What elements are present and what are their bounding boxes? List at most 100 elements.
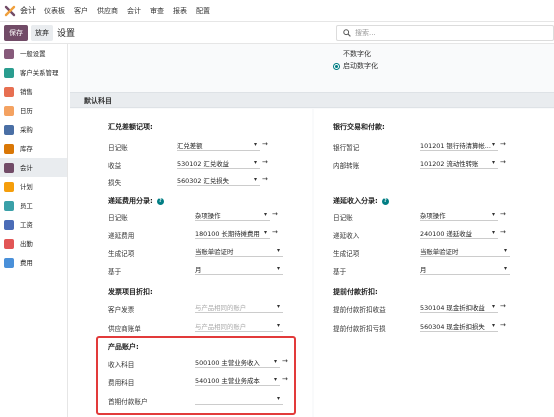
chevron-down-icon[interactable]: ▾	[492, 229, 495, 236]
menu-configuration[interactable]: 配置	[196, 6, 210, 16]
inventory-box-icon	[4, 143, 14, 154]
internal-link-arrow-icon[interactable]: →	[272, 210, 278, 218]
top-navbar: 会计 仪表板 客户 供应商 会计 审查 报表 配置	[0, 0, 554, 22]
account-select[interactable]: 与产品相同的账户	[195, 303, 283, 313]
chevron-down-icon[interactable]: ▾	[492, 303, 495, 310]
chevron-down-icon[interactable]: ▾	[264, 211, 267, 218]
sidebar-item[interactable]: 一般设置	[0, 44, 67, 63]
chevron-down-icon[interactable]: ▾	[277, 322, 280, 329]
sidebar-item-label: 员工	[20, 202, 33, 210]
internal-link-arrow-icon[interactable]: →	[262, 158, 268, 166]
field-label: 损失	[108, 179, 122, 187]
accounting-logo-icon[interactable]	[4, 5, 16, 17]
field-label: 供应商账单	[108, 325, 141, 333]
radio-no-digitize[interactable]: 不数字化	[333, 49, 371, 59]
group-title-bank: 银行交易和付款:	[333, 122, 385, 132]
account-select[interactable]: 汇兑差额	[177, 141, 260, 151]
settings-content: 不数字化 启动数字化 默认科目 汇兑差额记项: 日记账 汇兑差额 ▾ → 收益 530102…	[70, 44, 554, 417]
app-name[interactable]: 会计	[20, 5, 36, 16]
sidebar-item-label: 会计	[20, 164, 33, 172]
help-icon[interactable]: ?	[156, 197, 164, 205]
field-label: 递延收入	[333, 232, 360, 240]
chevron-down-icon[interactable]: ▾	[492, 141, 495, 148]
menu-reporting[interactable]: 报表	[173, 6, 187, 16]
calendar-icon	[4, 105, 14, 116]
internal-link-arrow-icon[interactable]: →	[500, 210, 506, 218]
field-label: 生成记项	[108, 250, 135, 258]
internal-link-arrow-icon[interactable]: →	[500, 228, 506, 236]
group-title-text: 汇兑差额记项:	[108, 123, 153, 131]
account-select[interactable]: 与产品相同的账户	[195, 322, 283, 332]
sidebar-item[interactable]: 客户关系管理	[0, 63, 67, 82]
internal-link-arrow-icon[interactable]: →	[500, 302, 506, 310]
account-select[interactable]: 101202 流动性转账	[420, 159, 498, 169]
account-select[interactable]: 杂项操作	[420, 211, 498, 221]
group-title-deferred-revenue: 递延收入分录:?	[333, 196, 389, 206]
menu-dashboard[interactable]: 仪表板	[44, 6, 65, 16]
menu-customers[interactable]: 客户	[74, 6, 88, 16]
sidebar-item[interactable]: 库存	[0, 139, 67, 158]
sidebar-item[interactable]: 费用	[0, 253, 67, 272]
account-select[interactable]: 杂项操作	[195, 211, 270, 221]
sidebar-item[interactable]: 会计	[0, 158, 67, 177]
group-title-text: 递延收入分录:	[333, 197, 378, 205]
chevron-down-icon[interactable]: ▾	[277, 247, 280, 254]
chevron-down-icon[interactable]: ▾	[254, 159, 257, 166]
chevron-down-icon[interactable]: ▾	[492, 322, 495, 329]
crm-icon	[4, 67, 14, 78]
section-header-default-accounts: 默认科目	[70, 92, 554, 108]
account-select[interactable]: 530102 汇兑收益	[177, 159, 260, 169]
sidebar-item[interactable]: 员工	[0, 196, 67, 215]
chevron-down-icon[interactable]: ▾	[492, 159, 495, 166]
account-select[interactable]: 月	[195, 265, 283, 275]
sidebar-item[interactable]: 采购	[0, 120, 67, 139]
internal-link-arrow-icon[interactable]: →	[500, 321, 506, 329]
internal-link-arrow-icon[interactable]: →	[262, 140, 268, 148]
internal-link-arrow-icon[interactable]: →	[272, 228, 278, 236]
account-select[interactable]: 月	[420, 265, 510, 275]
chevron-down-icon[interactable]: ▾	[504, 247, 507, 254]
group-title-deferred-expense: 递延费用分录:?	[108, 196, 164, 206]
save-button[interactable]: 保存	[4, 24, 28, 41]
help-icon[interactable]: ?	[381, 197, 389, 205]
internal-link-arrow-icon[interactable]: →	[500, 140, 506, 148]
settings-sidebar: 一般设置 客户关系管理 销售 日历 采购 库存会计计划员工工资 出勤费用	[0, 44, 68, 417]
radio-digitize-label: 启动数字化	[343, 62, 378, 70]
sidebar-item-label: 计划	[20, 183, 33, 191]
chevron-down-icon[interactable]: ▾	[277, 303, 280, 310]
radio-selected-icon[interactable]	[333, 62, 340, 70]
chevron-down-icon[interactable]: ▾	[277, 265, 280, 272]
sidebar-item[interactable]: 日历	[0, 101, 67, 120]
menu-review[interactable]: 审查	[150, 6, 164, 16]
account-select[interactable]: 240100 递延收益	[420, 229, 498, 239]
radio-digitize[interactable]: 启动数字化	[333, 61, 378, 71]
account-select[interactable]: 101201 银行待清算帐...	[420, 141, 498, 151]
account-select[interactable]: 180100 长期待摊费用	[195, 229, 270, 239]
chevron-down-icon[interactable]: ▾	[254, 141, 257, 148]
group-title-text: 递延费用分录:	[108, 197, 153, 205]
search-input[interactable]: 搜索...	[336, 25, 554, 41]
account-select[interactable]: 560304 现金折扣损失	[420, 322, 498, 332]
internal-link-arrow-icon[interactable]: →	[500, 158, 506, 166]
sidebar-item[interactable]: 出勤	[0, 234, 67, 253]
account-select[interactable]: 560302 汇兑损失	[177, 176, 260, 186]
account-select[interactable]: 当账单验证时	[420, 247, 510, 257]
chevron-down-icon[interactable]: ▾	[264, 229, 267, 236]
sidebar-item-label: 费用	[20, 259, 33, 267]
internal-link-arrow-icon[interactable]: →	[262, 175, 268, 183]
account-select[interactable]: 530104 现金折扣收益	[420, 303, 498, 313]
chevron-down-icon[interactable]: ▾	[492, 211, 495, 218]
menu-accounting[interactable]: 会计	[127, 6, 141, 16]
chevron-down-icon[interactable]: ▾	[254, 176, 257, 183]
sidebar-item[interactable]: 计划	[0, 177, 67, 196]
chevron-down-icon[interactable]: ▾	[504, 265, 507, 272]
group-title-text: 发票项目折扣:	[108, 288, 153, 296]
accounting-icon	[4, 162, 14, 173]
sidebar-item[interactable]: 工资	[0, 215, 67, 234]
discard-button[interactable]: 放弃	[31, 24, 53, 41]
menu-vendors[interactable]: 供应商	[97, 6, 118, 16]
field-label: 生成记项	[333, 250, 360, 258]
group-title-text: 银行交易和付款:	[333, 123, 385, 131]
sidebar-item[interactable]: 销售	[0, 82, 67, 101]
account-select[interactable]: 当账单验证时	[195, 247, 283, 257]
